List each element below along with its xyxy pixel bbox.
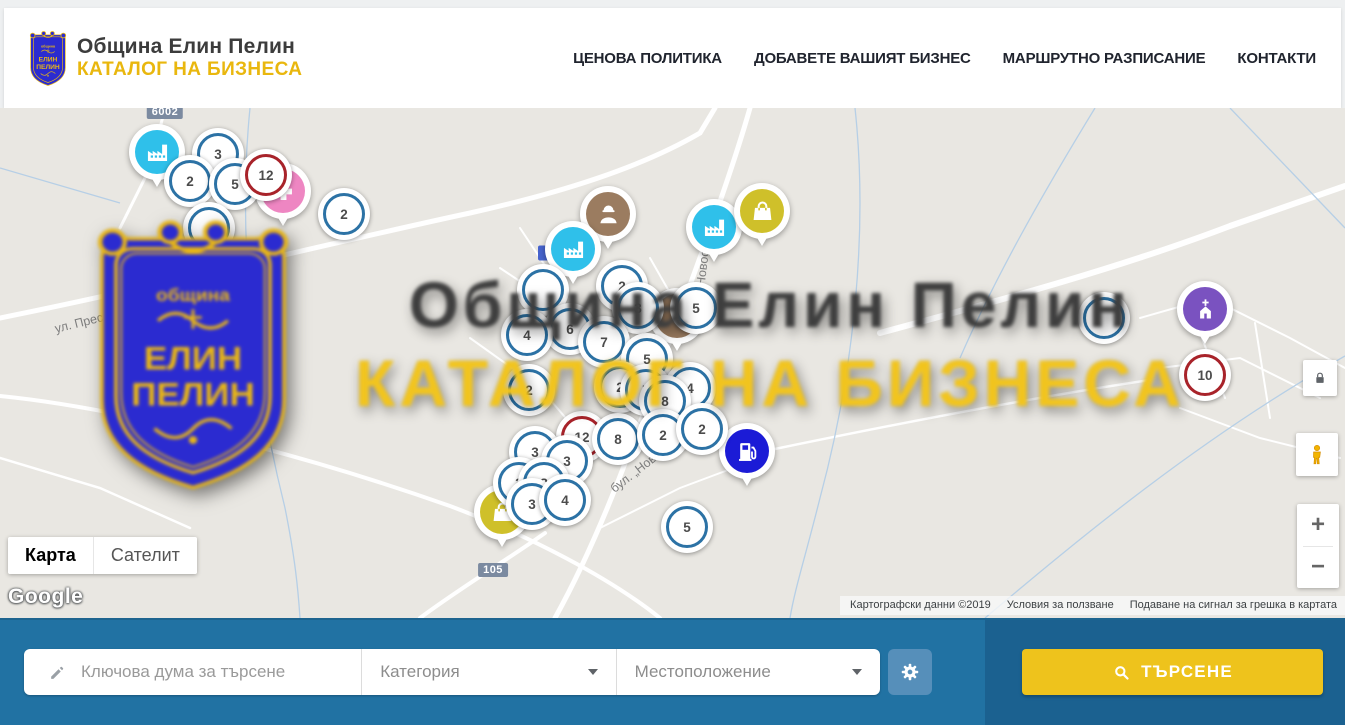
cluster-marker[interactable]: 2 xyxy=(503,364,555,416)
cluster-marker[interactable]: 12 xyxy=(240,149,292,201)
cluster-count: 4 xyxy=(506,314,548,356)
search-button[interactable]: ТЪРСЕНЕ xyxy=(1022,649,1323,695)
map-markers-layer: 32512223564752274812822333834510 xyxy=(0,108,1345,618)
factory-icon xyxy=(551,227,595,271)
nav-item-contacts[interactable]: КОНТАКТИ xyxy=(1237,50,1316,67)
map-canvas[interactable]: ул. Преславбул. „Новоселци“„Новоселци“60… xyxy=(0,108,1345,618)
cluster-count: 8 xyxy=(597,418,639,460)
cluster-count: 12 xyxy=(245,154,287,196)
cluster-count: 2 xyxy=(508,369,550,411)
cluster-marker[interactable]: 4 xyxy=(501,309,553,361)
page: община ЕЛИН ПЕЛИН Община Елин Пелин КАТА… xyxy=(0,0,1345,725)
header: община ЕЛИН ПЕЛИН Община Елин Пелин КАТА… xyxy=(4,8,1341,108)
map-attribution: Картографски данни ©2019 Условия за полз… xyxy=(840,596,1345,615)
cluster-count: 7 xyxy=(583,321,625,363)
cluster-marker[interactable]: 4 xyxy=(539,474,591,526)
advanced-settings-button[interactable] xyxy=(888,649,932,695)
map-view-button[interactable]: Карта xyxy=(8,537,93,574)
category-select[interactable]: Категория xyxy=(361,649,615,695)
report-error-link[interactable]: Подаване на сигнал за грешка в картата xyxy=(1130,599,1337,611)
municipality-crest-icon: община ЕЛИН ПЕЛИН xyxy=(28,30,68,87)
search-icon xyxy=(1112,663,1131,682)
map-copyright: Картографски данни ©2019 xyxy=(850,599,991,611)
factory-icon xyxy=(692,205,736,249)
cluster-count xyxy=(1083,297,1125,339)
cluster-marker[interactable]: 5 xyxy=(670,282,722,334)
keyword-section xyxy=(24,649,361,695)
cluster-marker[interactable]: 2 xyxy=(676,403,728,455)
logo-text: Община Елин Пелин КАТАЛОГ НА БИЗНЕСА xyxy=(77,35,302,81)
chevron-down-icon xyxy=(588,669,598,675)
gear-icon xyxy=(899,661,921,683)
map-pin-shopping-bag[interactable] xyxy=(734,183,790,239)
zoom-in-button[interactable]: + xyxy=(1297,504,1339,546)
location-select[interactable]: Местоположение xyxy=(616,649,880,695)
cluster-count: 5 xyxy=(675,287,717,329)
pencil-icon xyxy=(48,663,67,682)
satellite-view-button[interactable]: Сателит xyxy=(93,537,197,574)
nav-item-route-schedule[interactable]: МАРШРУТНО РАЗПИСАНИЕ xyxy=(1003,50,1206,67)
cluster-marker[interactable] xyxy=(1078,292,1130,344)
chevron-down-icon xyxy=(852,669,862,675)
fuel-icon xyxy=(725,429,769,473)
site-logo[interactable]: община ЕЛИН ПЕЛИН Община Елин Пелин КАТА… xyxy=(28,30,302,87)
cluster-count: 2 xyxy=(681,408,723,450)
cluster-count: 5 xyxy=(666,506,708,548)
search-panel: Категория Местоположение xyxy=(0,618,1345,725)
street-view-control[interactable] xyxy=(1296,433,1338,476)
cluster-count: 3 xyxy=(617,287,659,329)
cluster-marker[interactable] xyxy=(183,202,235,254)
search-button-label: ТЪРСЕНЕ xyxy=(1141,662,1233,682)
cluster-marker[interactable]: 5 xyxy=(661,501,713,553)
map-type-control: Карта Сателит xyxy=(8,537,197,574)
main-nav: ЦЕНОВА ПОЛИТИКА ДОБАВЕТЕ ВАШИЯТ БИЗНЕС М… xyxy=(573,50,1316,67)
terms-link[interactable]: Условия за ползване xyxy=(1007,599,1114,611)
nav-item-add-business[interactable]: ДОБАВЕТЕ ВАШИЯТ БИЗНЕС xyxy=(754,50,971,67)
padlock-icon xyxy=(1312,370,1328,387)
map-pin-church[interactable] xyxy=(1177,281,1233,337)
keyword-search-input[interactable] xyxy=(79,661,351,683)
shopping-bag-icon xyxy=(740,189,784,233)
cluster-count: 4 xyxy=(544,479,586,521)
svg-text:община: община xyxy=(41,44,56,48)
site-subtitle: КАТАЛОГ НА БИЗНЕСА xyxy=(77,59,302,81)
location-select-value: Местоположение xyxy=(635,662,771,682)
cluster-marker[interactable]: 2 xyxy=(318,188,370,240)
cluster-count: 2 xyxy=(323,193,365,235)
cluster-count: 2 xyxy=(169,160,211,202)
svg-text:ЕЛИН: ЕЛИН xyxy=(39,56,58,63)
cluster-marker[interactable]: 8 xyxy=(592,413,644,465)
church-icon xyxy=(1183,287,1227,331)
pegman-icon xyxy=(1305,441,1329,469)
category-select-value: Категория xyxy=(380,662,459,682)
cluster-count xyxy=(188,207,230,249)
zoom-control: + − xyxy=(1297,504,1339,588)
search-box: Категория Местоположение xyxy=(24,649,880,695)
site-title: Община Елин Пелин xyxy=(77,35,302,59)
cluster-count: 10 xyxy=(1184,354,1226,396)
zoom-out-button[interactable]: − xyxy=(1297,546,1339,588)
google-logo[interactable]: Google xyxy=(8,585,83,609)
lock-control[interactable] xyxy=(1303,360,1337,396)
nav-item-pricing[interactable]: ЦЕНОВА ПОЛИТИКА xyxy=(573,50,722,67)
svg-text:ПЕЛИН: ПЕЛИН xyxy=(36,63,60,70)
cluster-marker[interactable]: 10 xyxy=(1179,349,1231,401)
